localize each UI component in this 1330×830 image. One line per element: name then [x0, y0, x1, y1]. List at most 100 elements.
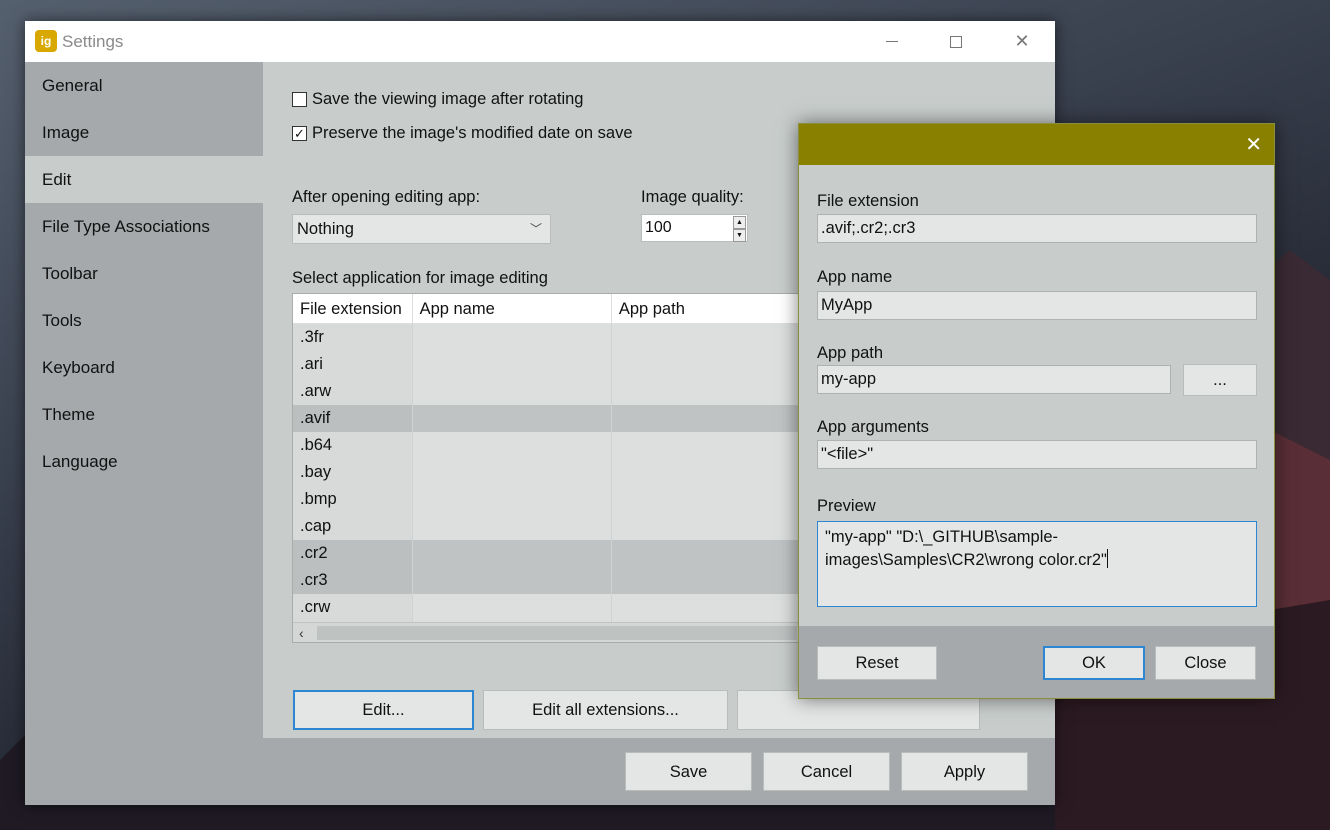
file-extension-label: File extension: [817, 192, 919, 210]
maximize-icon: [950, 35, 962, 48]
after-opening-select[interactable]: Nothing ﹀: [292, 214, 551, 244]
apply-button[interactable]: Apply: [901, 752, 1028, 791]
edit-button[interactable]: Edit...: [293, 690, 474, 730]
table-row[interactable]: .b64: [293, 432, 831, 459]
title-bar: ig Settings ✕: [25, 21, 1055, 62]
preview-label: Preview: [817, 497, 876, 515]
save-after-rotating-row[interactable]: Save the viewing image after rotating: [292, 90, 584, 109]
app-arguments-field[interactable]: "<file>": [817, 440, 1257, 469]
cell-app-name: [413, 567, 612, 594]
checkmark-icon: ✓: [294, 126, 305, 141]
spin-up-icon[interactable]: ▲: [733, 216, 746, 229]
settings-sidebar: General Image Edit File Type Association…: [25, 62, 263, 805]
save-button[interactable]: Save: [625, 752, 752, 791]
scroll-left-icon[interactable]: ‹: [299, 623, 304, 642]
edit-all-extensions-button[interactable]: Edit all extensions...: [483, 690, 728, 730]
image-quality-value: 100: [645, 219, 672, 236]
cell-file-extension: .cr2: [293, 540, 413, 567]
table-row[interactable]: .bay: [293, 459, 831, 486]
sidebar-item-keyboard[interactable]: Keyboard: [25, 344, 263, 391]
cancel-button[interactable]: Cancel: [763, 752, 890, 791]
app-path-label: App path: [817, 344, 884, 362]
cell-file-extension: .bay: [293, 459, 413, 486]
window-close-button[interactable]: ✕: [989, 21, 1055, 62]
settings-footer: Save Cancel Apply: [263, 738, 1055, 805]
cell-file-extension: .b64: [293, 432, 413, 459]
table-row[interactable]: .ari: [293, 351, 831, 378]
sidebar-item-image[interactable]: Image: [25, 109, 263, 156]
after-opening-label: After opening editing app:: [292, 188, 481, 206]
sidebar-item-file-type-associations[interactable]: File Type Associations: [25, 203, 263, 250]
horizontal-scrollbar[interactable]: ‹: [293, 622, 831, 642]
preserve-date-label: Preserve the image's modified date on sa…: [312, 124, 633, 142]
cell-file-extension: .cr3: [293, 567, 413, 594]
table-row[interactable]: .crw: [293, 594, 831, 621]
column-header-file-extension[interactable]: File extension: [293, 294, 413, 324]
table-header: File extension App name App path: [293, 294, 831, 324]
cell-app-name: [413, 594, 612, 621]
cell-file-extension: .ari: [293, 351, 413, 378]
file-extension-field[interactable]: .avif;.cr2;.cr3: [817, 214, 1257, 243]
cell-app-name: [413, 432, 612, 459]
cell-app-name: [413, 459, 612, 486]
minimize-button[interactable]: [859, 21, 925, 62]
cell-file-extension: .3fr: [293, 324, 413, 351]
spin-down-icon[interactable]: ▼: [733, 229, 746, 242]
dialog-close-button[interactable]: Close: [1155, 646, 1256, 680]
sidebar-item-language[interactable]: Language: [25, 438, 263, 485]
cell-app-name: [413, 324, 612, 351]
table-row[interactable]: .avif: [293, 405, 831, 432]
image-quality-label: Image quality:: [641, 188, 744, 206]
preview-field[interactable]: "my-app" "D:\_GITHUB\sample-images\Sampl…: [817, 521, 1257, 607]
maximize-button[interactable]: [923, 21, 989, 62]
cell-app-name: [413, 486, 612, 513]
dialog-close-icon[interactable]: ✕: [1245, 132, 1262, 157]
select-app-label: Select application for image editing: [292, 269, 548, 287]
after-opening-value: Nothing: [297, 220, 354, 238]
cell-file-extension: .crw: [293, 594, 413, 621]
dialog-ok-button[interactable]: OK: [1043, 646, 1145, 680]
table-row[interactable]: .cap: [293, 513, 831, 540]
image-quality-spinner: ▲ ▼: [733, 216, 746, 242]
cell-app-name: [413, 513, 612, 540]
sidebar-item-general[interactable]: General: [25, 62, 263, 109]
cell-file-extension: .arw: [293, 378, 413, 405]
app-logo-icon: ig: [35, 30, 57, 52]
dialog-title-bar: ✕: [799, 124, 1274, 165]
sidebar-item-tools[interactable]: Tools: [25, 297, 263, 344]
table-row[interactable]: .cr2: [293, 540, 831, 567]
table-row[interactable]: .bmp: [293, 486, 831, 513]
image-quality-input[interactable]: 100 ▲ ▼: [641, 214, 748, 242]
table-body: .3fr .ari .arw .avif .b64 .bay .bmp .cap .cr2 .cr…: [293, 324, 831, 642]
extensions-table[interactable]: File extension App name App path .3fr .ar…: [292, 293, 832, 643]
dialog-footer: Reset OK Close: [799, 626, 1274, 698]
browse-button[interactable]: ...: [1183, 364, 1257, 396]
table-row[interactable]: .3fr: [293, 324, 831, 351]
preview-text: "my-app" "D:\_GITHUB\sample-images\Sampl…: [825, 528, 1107, 569]
scrollbar-thumb[interactable]: [317, 626, 797, 640]
sidebar-item-edit[interactable]: Edit: [25, 156, 263, 203]
cell-file-extension: .avif: [293, 405, 413, 432]
cell-app-name: [413, 378, 612, 405]
app-name-field[interactable]: MyApp: [817, 291, 1257, 320]
close-icon: ✕: [1014, 31, 1030, 51]
preserve-date-row[interactable]: ✓ Preserve the image's modified date on …: [292, 124, 633, 143]
app-arguments-label: App arguments: [817, 418, 929, 436]
dialog-reset-button[interactable]: Reset: [817, 646, 937, 680]
app-name-label: App name: [817, 268, 893, 286]
sidebar-item-theme[interactable]: Theme: [25, 391, 263, 438]
app-path-field[interactable]: my-app: [817, 365, 1171, 394]
preserve-date-checkbox[interactable]: ✓: [292, 126, 307, 141]
text-caret: [1106, 549, 1108, 568]
cell-app-name: [413, 540, 612, 567]
cell-file-extension: .cap: [293, 513, 413, 540]
table-row[interactable]: .cr3: [293, 567, 831, 594]
save-after-rotating-checkbox[interactable]: [292, 92, 307, 107]
edit-app-dialog: ✕ File extension .avif;.cr2;.cr3 App nam…: [798, 123, 1275, 699]
cell-app-name: [413, 405, 612, 432]
column-header-app-name[interactable]: App name: [413, 294, 612, 324]
table-row[interactable]: .arw: [293, 378, 831, 405]
sidebar-item-toolbar[interactable]: Toolbar: [25, 250, 263, 297]
minimize-icon: [886, 41, 898, 42]
cell-file-extension: .bmp: [293, 486, 413, 513]
